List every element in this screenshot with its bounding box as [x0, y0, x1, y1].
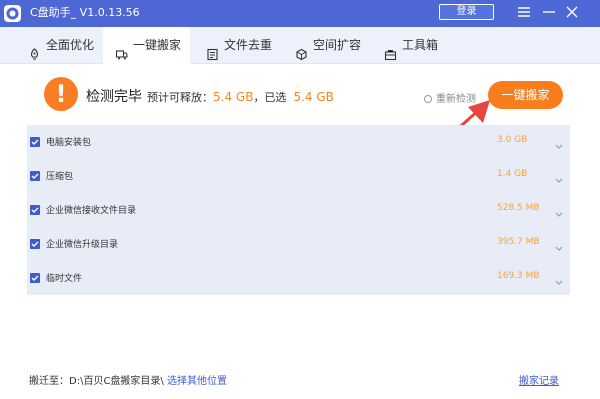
- tab-full-optimize[interactable]: 全面优化: [28, 27, 98, 64]
- close-icon[interactable]: [563, 3, 581, 21]
- item-size: 1.4 GB: [497, 169, 528, 179]
- item-checkbox[interactable]: [30, 273, 40, 283]
- item-label: 电脑安装包: [46, 138, 92, 148]
- path-value: D:\百贝C盘搬家目录\: [69, 376, 164, 387]
- move-icon: [115, 39, 128, 60]
- minimize-icon[interactable]: [540, 3, 558, 21]
- item-size: 3.0 GB: [497, 135, 528, 145]
- chevron-down-icon[interactable]: [554, 170, 564, 183]
- menu-icon[interactable]: [515, 3, 533, 21]
- item-label: 企业微信升级目录: [46, 240, 119, 250]
- chevron-down-icon[interactable]: [554, 204, 564, 217]
- move-history-link[interactable]: 搬家记录: [519, 372, 559, 387]
- choose-location-link[interactable]: 选择其他位置: [167, 376, 227, 387]
- releasable-value: 5.4 GB: [213, 90, 254, 104]
- file-icon: [206, 39, 219, 61]
- status-summary: 预计可释放：5.4 GB，已选 5.4 GB: [147, 89, 334, 105]
- app-title: C盘助手_ V1.0.13.56: [30, 6, 140, 19]
- list-item[interactable]: 企业微信升级目录 395.7 MB: [27, 227, 570, 261]
- status-title: 检测完毕: [86, 89, 142, 105]
- item-label: 临时文件: [46, 274, 83, 284]
- tab-space-expand[interactable]: 空间扩容: [295, 27, 365, 64]
- selected-label: ，已选: [253, 91, 287, 104]
- path-label: 搬迁至：: [29, 376, 69, 387]
- tab-label: 工具箱: [402, 38, 439, 52]
- title-bar: C盘助手_ V1.0.13.56 登录: [0, 0, 600, 27]
- item-label: 企业微信接收文件目录: [46, 206, 137, 216]
- item-checkbox[interactable]: [30, 239, 40, 249]
- selected-value: 5.4 GB: [293, 90, 334, 104]
- list-item[interactable]: 企业微信接收文件目录 528.5 MB: [27, 193, 570, 227]
- tab-label: 文件去重: [224, 38, 273, 52]
- list-item[interactable]: 临时文件 169.3 MB: [27, 261, 570, 295]
- one-click-move-button[interactable]: 一键搬家: [488, 81, 563, 109]
- tab-label: 全面优化: [46, 38, 95, 52]
- tab-toolbox[interactable]: 工具箱: [384, 27, 444, 64]
- releasable-label: 预计可释放：: [147, 91, 213, 104]
- item-checkbox[interactable]: [30, 171, 40, 181]
- move-destination: 搬迁至：D:\百贝C盘搬家目录\ 选择其他位置: [29, 372, 227, 387]
- warning-icon: !: [44, 77, 78, 111]
- item-size: 528.5 MB: [497, 203, 540, 213]
- list-item[interactable]: 压缩包 1.4 GB: [27, 159, 570, 193]
- toolbox-icon: [384, 39, 397, 61]
- chevron-down-icon[interactable]: [554, 238, 564, 251]
- item-size: 169.3 MB: [497, 271, 540, 281]
- rocket-icon: [28, 39, 41, 60]
- tab-one-click-move[interactable]: 一键搬家: [103, 27, 190, 64]
- tab-label: 一键搬家: [133, 38, 182, 52]
- item-label: 压缩包: [46, 172, 74, 182]
- item-checkbox[interactable]: [30, 205, 40, 215]
- app-window: C盘助手_ V1.0.13.56 登录 全面优化 一键搬家 文件去重 空间扩容 …: [0, 0, 600, 399]
- tab-bar: 全面优化 一键搬家 文件去重 空间扩容 工具箱: [0, 27, 600, 64]
- expand-icon: [295, 39, 308, 61]
- item-checkbox[interactable]: [30, 137, 40, 147]
- item-list: 电脑安装包 3.0 GB 压缩包 1.4 GB 企业微信接收文件目录 528.5…: [27, 125, 570, 295]
- list-item[interactable]: 电脑安装包 3.0 GB: [27, 125, 570, 159]
- chevron-down-icon[interactable]: [554, 272, 564, 285]
- login-button[interactable]: 登录: [439, 4, 494, 20]
- tab-file-dedup[interactable]: 文件去重: [206, 27, 276, 64]
- item-size: 395.7 MB: [497, 237, 540, 247]
- app-logo-icon: [4, 5, 21, 22]
- chevron-down-icon[interactable]: [554, 136, 564, 149]
- tab-label: 空间扩容: [313, 38, 362, 52]
